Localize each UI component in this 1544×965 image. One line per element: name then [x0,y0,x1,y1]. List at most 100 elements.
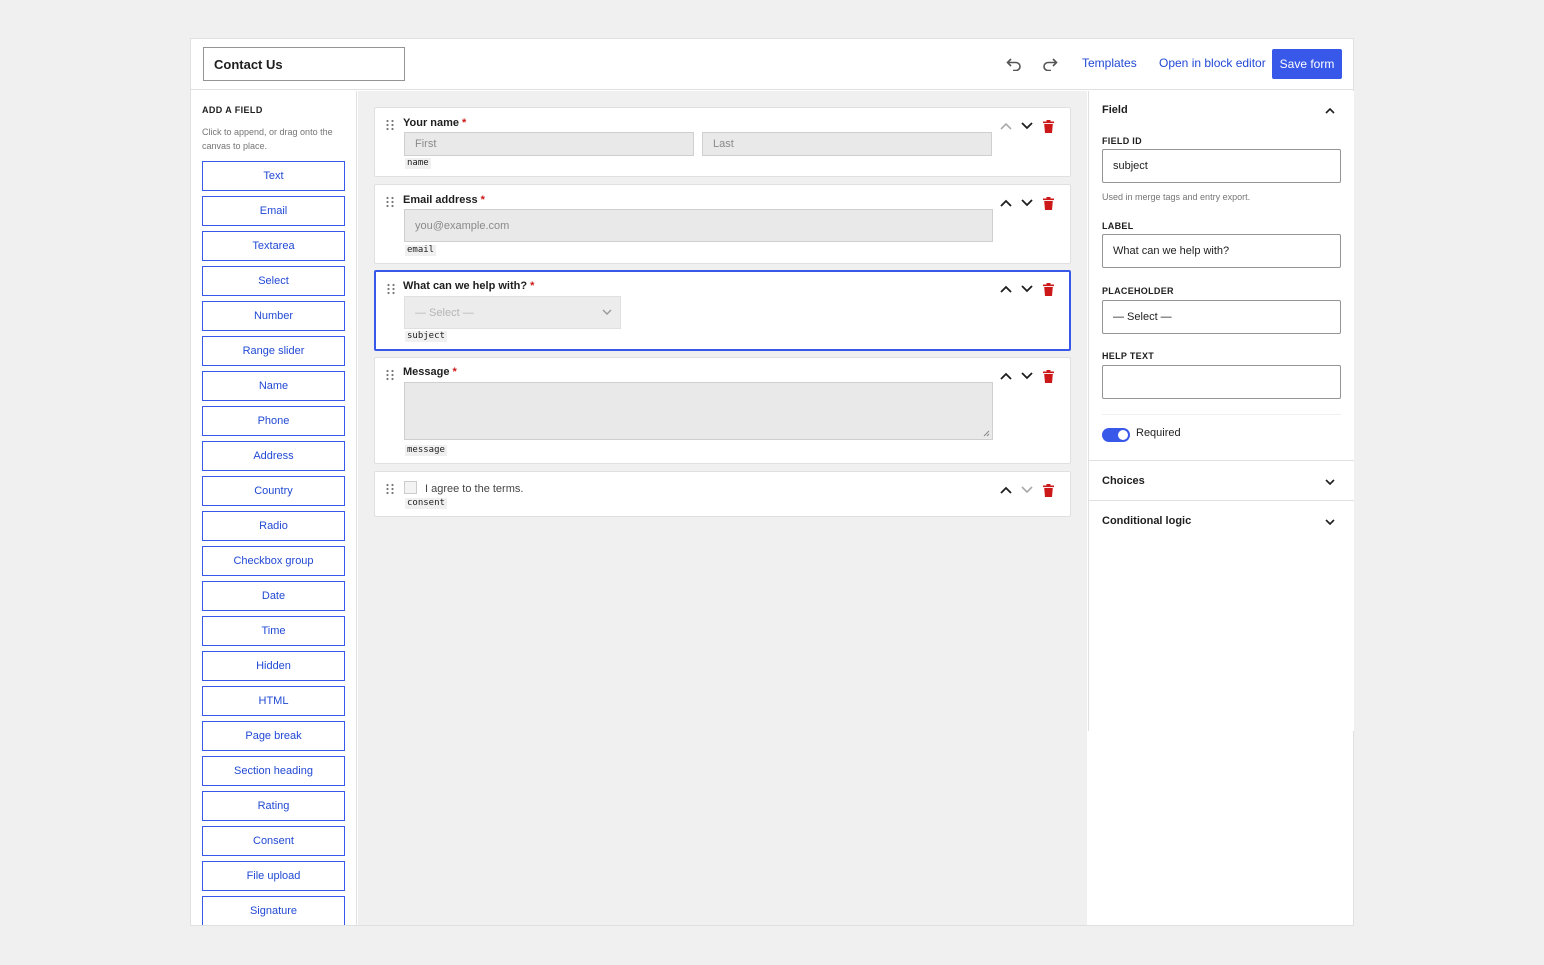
add-page-break-field-button[interactable]: Page break [202,721,345,751]
field-card-email[interactable]: Email address * you@example.com email [374,184,1071,264]
add-select-field-button[interactable]: Select [202,266,345,296]
field-section-heading[interactable]: Field [1102,104,1128,116]
add-checkbox-group-field-button[interactable]: Checkbox group [202,546,345,576]
placeholder-input[interactable]: — Select — [1102,300,1341,334]
email-input: you@example.com [404,209,993,242]
add-textarea-field-button[interactable]: Textarea [202,231,345,261]
required-toggle[interactable] [1102,428,1130,442]
undo-icon[interactable] [1003,53,1025,75]
trash-icon[interactable] [1040,195,1056,211]
help-text-label: HELP TEXT [1102,351,1155,361]
move-up-icon[interactable] [998,281,1014,297]
add-radio-field-button[interactable]: Radio [202,511,345,541]
field-id-tag: email [405,245,437,256]
consent-label: I agree to the terms. [425,483,524,495]
field-card-consent[interactable]: I agree to the terms. consent [374,471,1071,517]
open-block-editor-link[interactable]: Open in block editor [1159,56,1266,70]
add-section-heading-field-button[interactable]: Section heading [202,756,345,786]
required-label: Required [1136,427,1181,439]
required-asterisk: * [480,194,485,206]
move-down-icon[interactable] [1019,195,1035,211]
help-text-input[interactable] [1102,365,1341,399]
field-controls [998,281,1058,297]
field-controls [998,118,1058,134]
drag-handle-icon[interactable] [385,196,395,208]
field-controls [998,482,1058,498]
redo-icon[interactable] [1039,53,1061,75]
palette-hint: Click to append, or drag onto the canvas… [202,127,333,151]
field-card-name[interactable]: Your name * First Last name [374,107,1071,177]
add-date-field-button[interactable]: Date [202,581,345,611]
form-canvas: Your name * First Last name Email address… [358,91,1087,925]
message-textarea [404,382,993,440]
drag-handle-icon[interactable] [385,369,395,381]
add-range-slider-field-button[interactable]: Range slider [202,336,345,366]
move-down-icon[interactable] [1019,368,1035,384]
resize-handle-icon [983,430,990,437]
field-controls [998,368,1058,384]
trash-icon[interactable] [1040,482,1056,498]
trash-icon[interactable] [1040,118,1056,134]
field-label: Message * [403,366,457,378]
add-signature-field-button[interactable]: Signature [202,896,345,925]
field-id-tag: subject [405,331,447,342]
conditional-logic-section-heading[interactable]: Conditional logic [1102,515,1191,527]
move-down-icon[interactable] [1019,482,1035,498]
field-card-message[interactable]: Message * message [374,357,1071,464]
add-address-field-button[interactable]: Address [202,441,345,471]
divider [1089,460,1354,461]
first-name-input: First [404,132,694,156]
add-hidden-field-button[interactable]: Hidden [202,651,345,681]
field-label: Email address * [403,194,485,206]
chevron-down-icon[interactable] [1323,515,1337,529]
add-time-field-button[interactable]: Time [202,616,345,646]
save-form-button[interactable]: Save form [1272,49,1342,79]
add-html-field-button[interactable]: HTML [202,686,345,716]
field-id-tag: name [405,158,431,169]
label-input[interactable]: What can we help with? [1102,234,1341,268]
add-consent-field-button[interactable]: Consent [202,826,345,856]
top-toolbar: Contact Us Templates Open in block edito… [191,39,1353,90]
form-builder: Contact Us Templates Open in block edito… [190,38,1354,926]
field-label: What can we help with? * [403,280,535,292]
choices-section-heading[interactable]: Choices [1102,475,1145,487]
add-rating-field-button[interactable]: Rating [202,791,345,821]
drag-handle-icon[interactable] [385,483,395,495]
field-id-input[interactable]: subject [1102,149,1341,183]
add-file-upload-field-button[interactable]: File upload [202,861,345,891]
required-asterisk: * [530,280,535,292]
add-country-field-button[interactable]: Country [202,476,345,506]
move-up-icon[interactable] [998,482,1014,498]
drag-handle-icon[interactable] [385,119,395,131]
required-asterisk: * [462,117,467,129]
move-up-icon[interactable] [998,195,1014,211]
chevron-up-icon[interactable] [1323,104,1337,118]
move-down-icon[interactable] [1019,118,1035,134]
chevron-down-icon[interactable] [1323,475,1337,489]
add-text-field-button[interactable]: Text [202,161,345,191]
divider [1102,414,1341,415]
add-number-field-button[interactable]: Number [202,301,345,331]
palette-heading: ADD A FIELD [202,105,263,115]
trash-icon[interactable] [1040,368,1056,384]
subject-select: — Select — [404,296,621,329]
form-title-input[interactable]: Contact Us [203,47,405,81]
templates-link[interactable]: Templates [1082,56,1137,70]
move-up-icon[interactable] [998,118,1014,134]
move-down-icon[interactable] [1019,281,1035,297]
add-email-field-button[interactable]: Email [202,196,345,226]
consent-checkbox [404,481,417,494]
add-name-field-button[interactable]: Name [202,371,345,401]
trash-icon[interactable] [1040,281,1056,297]
drag-handle-icon[interactable] [386,283,396,295]
chevron-down-icon [602,309,612,315]
add-phone-field-button[interactable]: Phone [202,406,345,436]
field-id-help: Used in merge tags and entry export. [1102,192,1251,202]
field-label: Your name * [403,117,467,129]
label-label: LABEL [1102,221,1134,231]
move-up-icon[interactable] [998,368,1014,384]
placeholder-label: PLACEHOLDER [1102,286,1174,296]
field-card-subject[interactable]: What can we help with? * — Select — subje… [374,270,1071,351]
field-id-tag: consent [405,498,447,509]
toggle-knob [1118,430,1128,440]
